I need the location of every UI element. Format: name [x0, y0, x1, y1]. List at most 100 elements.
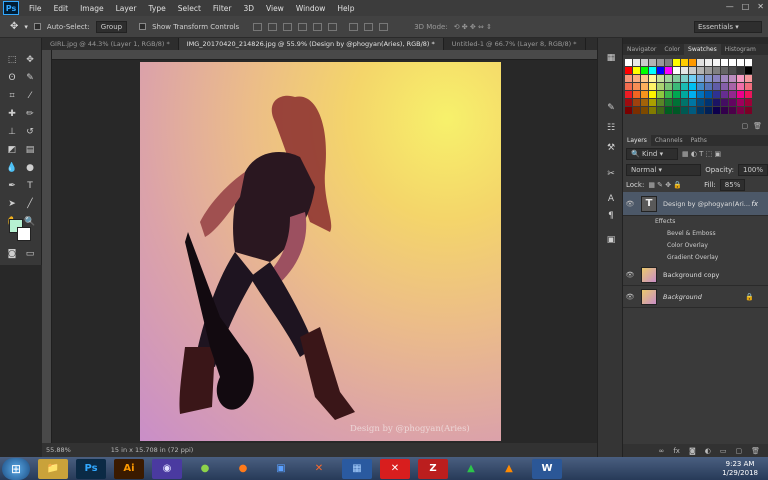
color-swatch[interactable] [633, 67, 640, 74]
color-swatch[interactable] [705, 67, 712, 74]
link-layers-icon[interactable]: ∞ [659, 447, 665, 455]
visibility-eye-icon[interactable]: 👁 [623, 293, 637, 301]
color-swatch[interactable] [665, 59, 672, 66]
tab-untitled[interactable]: Untitled-1 @ 66.7% (Layer 8, RGB/8) * [444, 38, 586, 50]
color-swatch[interactable] [729, 67, 736, 74]
distribute-icon[interactable] [364, 22, 374, 31]
color-swatch[interactable] [689, 107, 696, 114]
color-swatch[interactable] [713, 99, 720, 106]
color-swatch[interactable] [729, 99, 736, 106]
color-swatch[interactable] [745, 107, 752, 114]
color-swatch[interactable] [729, 59, 736, 66]
color-swatch[interactable] [681, 83, 688, 90]
color-swatch[interactable] [689, 91, 696, 98]
color-swatch[interactable] [657, 91, 664, 98]
color-swatch[interactable] [713, 91, 720, 98]
workspace-dropdown[interactable]: Essentials ▾ [694, 21, 762, 33]
color-swatch[interactable] [689, 83, 696, 90]
line-tool-icon[interactable]: ╱ [23, 198, 37, 210]
color-swatch[interactable] [729, 75, 736, 82]
lock-icons[interactable]: ▦ ✎ ✥ 🔒 [648, 181, 682, 189]
align-right-icon[interactable] [328, 22, 338, 31]
visibility-eye-icon[interactable]: 👁 [623, 271, 637, 279]
color-swatch[interactable] [625, 59, 632, 66]
system-clock[interactable]: 9:23 AM 1/29/2018 [722, 460, 758, 478]
color-swatch[interactable] [641, 59, 648, 66]
color-swatch[interactable] [649, 75, 656, 82]
taskbar-vlc-icon[interactable]: ▲ [494, 459, 524, 479]
color-swatch[interactable] [641, 75, 648, 82]
color-swatch[interactable] [657, 107, 664, 114]
quick-mask-icon[interactable]: ◙ [5, 248, 19, 260]
color-swatch[interactable] [721, 91, 728, 98]
history-panel-icon[interactable]: ▦ [604, 52, 618, 64]
effect-color-overlay[interactable]: Color Overlay [623, 240, 768, 252]
taskbar-close-app-icon[interactable]: ✕ [380, 458, 410, 479]
menu-type[interactable]: Type [143, 4, 172, 13]
color-swatch[interactable] [657, 83, 664, 90]
auto-select-dropdown[interactable]: Group [95, 20, 128, 33]
tab-channels[interactable]: Channels [651, 135, 687, 146]
delete-layer-icon[interactable]: 🗑 [751, 447, 760, 455]
clone-stamp-icon[interactable]: ⊥ [5, 126, 19, 138]
taskbar-virtualbox-icon[interactable]: ▣ [266, 459, 296, 479]
menu-help[interactable]: Help [331, 4, 360, 13]
color-swatch[interactable] [665, 67, 672, 74]
menu-window[interactable]: Window [290, 4, 332, 13]
color-swatch[interactable] [721, 75, 728, 82]
color-swatch[interactable] [657, 99, 664, 106]
adjustment-layer-icon[interactable]: ◐ [705, 447, 711, 455]
color-swatch[interactable] [705, 59, 712, 66]
color-swatch[interactable] [721, 83, 728, 90]
color-swatch[interactable] [665, 107, 672, 114]
blend-mode-dropdown[interactable]: Normal ▾ [626, 163, 702, 176]
taskbar-android-icon[interactable]: ● [190, 459, 220, 479]
color-swatch[interactable] [673, 59, 680, 66]
move-tool-icon[interactable]: ✥ [10, 21, 18, 32]
color-swatch[interactable] [713, 107, 720, 114]
color-swatch[interactable] [665, 75, 672, 82]
align-center-icon[interactable] [313, 22, 323, 31]
distribute-icon[interactable] [349, 22, 359, 31]
color-swatch[interactable] [721, 107, 728, 114]
color-swatch[interactable] [737, 67, 744, 74]
color-swatch[interactable] [673, 99, 680, 106]
move-tool-icon[interactable]: ✥ [23, 54, 37, 66]
dodge-tool-icon[interactable]: ● [23, 162, 37, 174]
color-swatch[interactable] [641, 67, 648, 74]
delete-swatch-icon[interactable]: 🗑 [753, 122, 762, 130]
eraser-tool-icon[interactable]: ◩ [5, 144, 19, 156]
adjust-panel-icon[interactable]: ☷ [604, 122, 618, 134]
color-swatch[interactable] [625, 91, 632, 98]
color-swatch[interactable] [625, 83, 632, 90]
taskbar-media-player-icon[interactable]: ◉ [152, 458, 182, 479]
color-swatch[interactable] [745, 59, 752, 66]
zoom-level[interactable]: 55.88% [46, 446, 71, 454]
color-swatch[interactable] [689, 59, 696, 66]
taskbar-xampp-icon[interactable]: ✕ [304, 459, 334, 479]
effect-gradient-overlay[interactable]: Gradient Overlay [623, 252, 768, 264]
color-swatch[interactable] [657, 75, 664, 82]
background-color-swatch[interactable] [17, 227, 31, 241]
color-swatch[interactable] [737, 107, 744, 114]
brush-panel-icon[interactable]: ✎ [604, 102, 618, 114]
color-swatch[interactable] [649, 91, 656, 98]
3d-rotate-icon[interactable]: ⟲ ✤ ✥ ⇔ ⇕ [454, 23, 492, 31]
new-layer-icon[interactable]: ▢ [735, 447, 742, 455]
color-swatch[interactable] [633, 59, 640, 66]
color-swatch[interactable] [673, 67, 680, 74]
color-swatch[interactable] [737, 99, 744, 106]
color-swatch[interactable] [729, 91, 736, 98]
color-swatch[interactable] [697, 91, 704, 98]
color-swatch[interactable] [705, 99, 712, 106]
layer-row-background[interactable]: 👁 Background 🔒 [623, 286, 768, 308]
add-style-icon[interactable]: fx [673, 447, 680, 455]
tab-swatches[interactable]: Swatches [684, 44, 721, 55]
color-swatch[interactable] [665, 83, 672, 90]
crop-tool-icon[interactable]: ⌗ [5, 90, 19, 102]
color-swatch[interactable] [745, 67, 752, 74]
fill-input[interactable]: 85% [719, 178, 746, 191]
align-top-icon[interactable] [253, 22, 263, 31]
color-swatch[interactable] [633, 107, 640, 114]
eyedropper-tool-icon[interactable]: ⁄ [23, 90, 37, 102]
